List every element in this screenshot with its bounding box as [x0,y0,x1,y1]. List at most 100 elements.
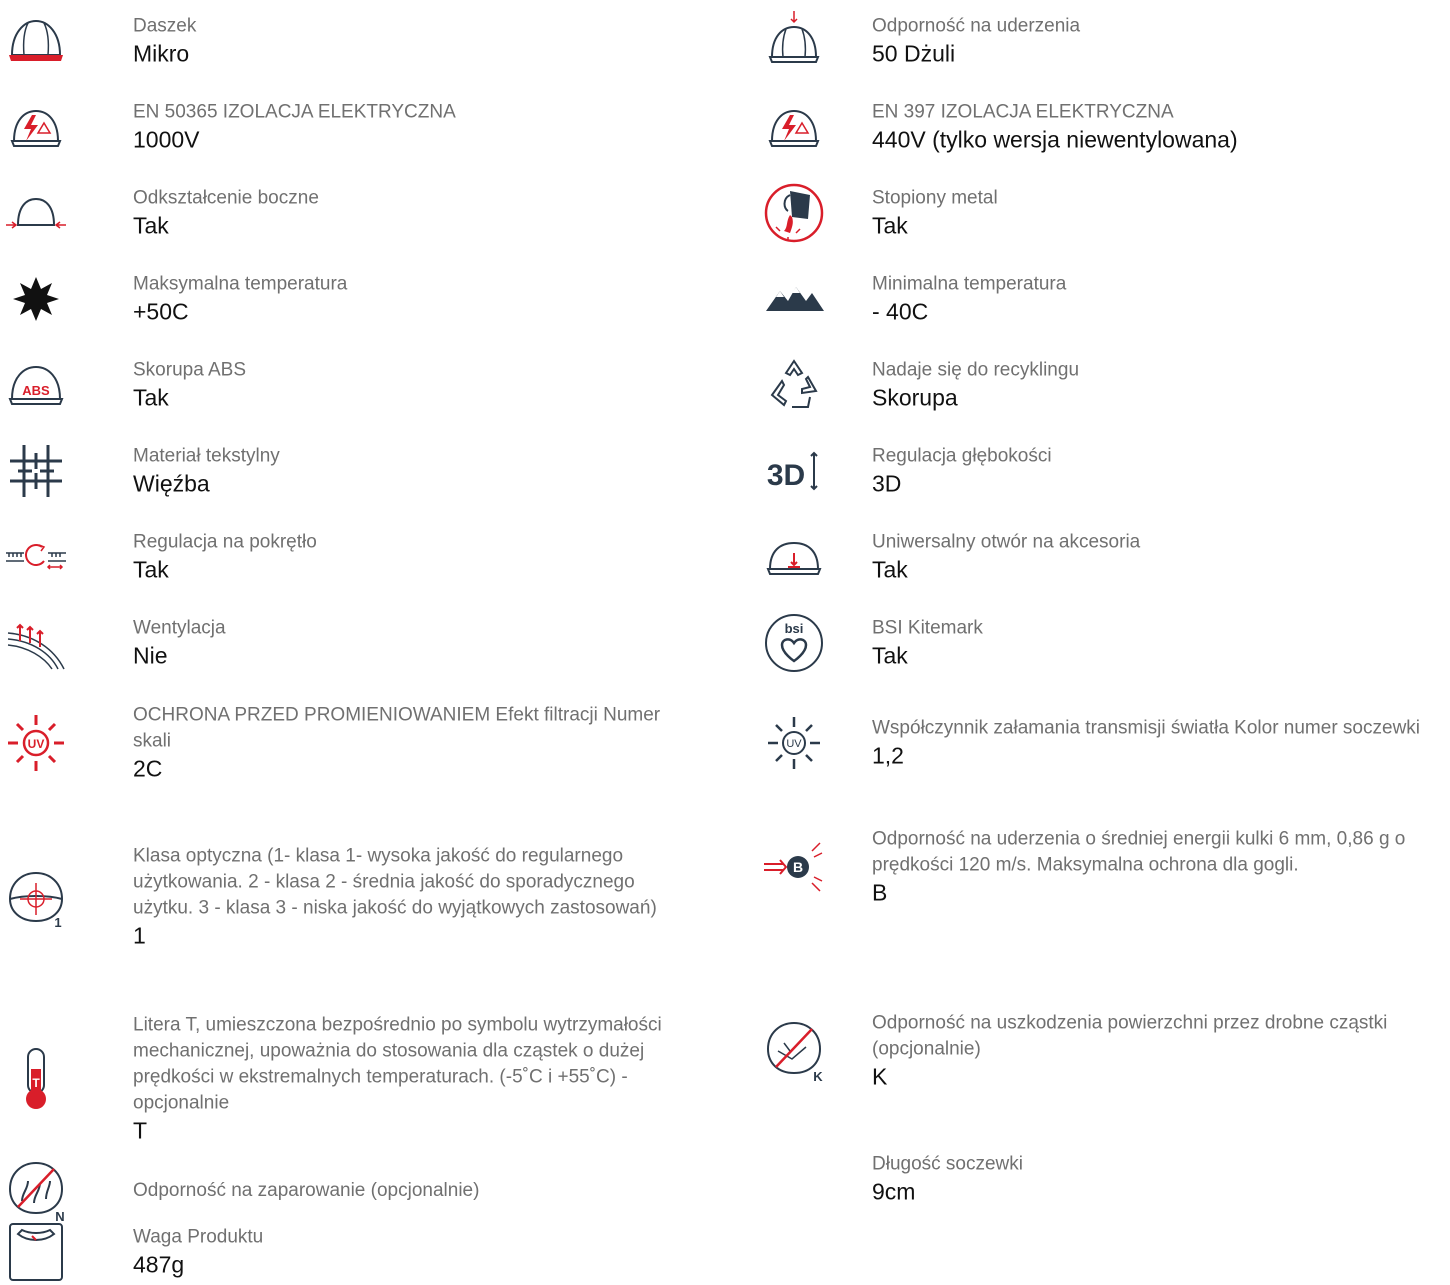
electric-insulation-icon [4,95,68,159]
spec-item-ventilation: Wentylacja Nie [0,602,720,684]
spec-item-optical-class: 1 Klasa optyczna (1- klasa 1- wysoka jak… [0,802,720,992]
spec-item-uv-protection: UV OCHRONA PRZED PROMIENIOWANIEM Efekt f… [0,688,720,798]
icon-text: 3D [767,459,805,492]
spec-item-weight: Waga Produktu 487g [0,1220,720,1284]
spec-label: Regulacja na pokrętło [133,531,317,553]
spec-value: Tak [133,556,169,583]
spec-label: Odporność na uszkodzenia powierzchni prz… [872,1012,1388,1060]
spec-item-textile: Materiał tekstylny Więźba [0,430,720,512]
max-temperature-sun-icon [4,267,68,331]
spec-label: Waga Produktu [133,1226,264,1248]
helmet-peak-icon [4,9,68,73]
spec-value: 487g [133,1251,185,1278]
spec-label: Odkształcenie boczne [133,187,319,209]
spec-value: Tak [872,212,908,239]
icon-text: K [813,1069,823,1083]
spec-value: - 40C [872,298,929,325]
ratchet-adjustment-icon [4,525,68,589]
spec-item-abs-shell: ABS Skorupa ABS Tak [0,344,720,426]
spec-label: Odporność na uderzenia o średniej energi… [872,828,1406,876]
spec-value: 1000V [133,126,200,153]
spec-value: 440V (tylko wersja niewentylowana) [872,126,1238,153]
thermometer-icon: T [4,1047,68,1111]
depth-adjustment-3d-icon: 3D [762,439,826,503]
impact-resistance-icon [762,9,826,73]
spec-value: Tak [133,384,169,411]
accessory-slot-icon [762,525,826,589]
spec-item-daszek: Daszek Mikro [0,0,720,82]
icon-text: bsi [785,621,804,636]
spec-item-lateral-deformation: Odkształcenie boczne Tak [0,172,720,254]
spec-value: Tak [872,642,908,669]
spec-value: T [133,1117,148,1144]
min-temperature-mountains-icon [762,267,826,331]
spec-value: B [872,879,888,906]
icon-text: 1 [54,915,61,929]
spec-value: +50C [133,298,189,325]
spec-label: EN 50365 IZOLACJA ELEKTRYCZNA [133,101,456,123]
spec-item-bsi-kitemark: bsi BSI Kitemark Tak [762,602,1450,684]
spec-value: Skorupa [872,384,958,411]
icon-text: UV [28,737,45,751]
spec-item-lens-length: Długość soczewki 9cm [762,1144,1450,1214]
molten-metal-icon [762,181,826,245]
recycle-icon [762,353,826,417]
spec-value: 2C [133,755,163,782]
spec-value: 1 [133,922,146,949]
spec-value: Tak [872,556,908,583]
spec-value: Mikro [133,40,190,67]
spec-item-molten-metal: Stopiony metal Tak [762,172,1450,254]
spec-label: Długość soczewki [872,1153,1023,1175]
spec-label: Maksymalna temperatura [133,273,348,295]
icon-text: B [793,859,803,875]
spec-value: 3D [872,470,902,497]
icon-text: ABS [22,383,50,398]
spec-label: Daszek [133,15,197,37]
spec-item-en397: EN 397 IZOLACJA ELEKTRYCZNA 440V (tylko w… [762,86,1450,168]
spec-label: Skorupa ABS [133,359,247,381]
spec-label: Współczynnik załamania transmisji światł… [872,717,1421,739]
spec-value: K [872,1063,888,1090]
textile-material-icon [4,439,68,503]
surface-damage-icon: K [762,1019,826,1083]
spec-value: Więźba [133,470,210,497]
spec-label: Klasa optyczna (1- klasa 1- wysoka jakoś… [133,845,657,919]
spec-label: Materiał tekstylny [133,445,280,467]
spec-value: 50 Dżuli [872,40,956,67]
spec-item-accessory-slot: Uniwersalny otwór na akcesoria Tak [762,516,1450,598]
spec-value: 9cm [872,1178,916,1205]
lateral-deformation-icon [4,181,68,245]
ventilation-icon [4,611,68,675]
spec-label: Nadaje się do recyklingu [872,359,1080,381]
spec-label: Uniwersalny otwór na akcesoria [872,531,1141,553]
spec-item-min-temperature: Minimalna temperatura - 40C [762,258,1450,340]
spec-label: Stopiony metal [872,187,998,209]
spec-label: Odporność na uderzenia [872,15,1081,37]
spec-item-en50365: EN 50365 IZOLACJA ELEKTRYCZNA 1000V [0,86,720,168]
spec-label: OCHRONA PRZED PROMIENIOWANIEM Efekt filt… [133,704,661,752]
bsi-kitemark-icon: bsi [762,611,826,675]
spec-item-letter-t: T Litera T, umieszczona bezpośrednio po … [0,996,720,1162]
spec-item-recycle: Nadaje się do recyklingu Skorupa [762,344,1450,426]
icon-text: T [32,1076,40,1090]
spec-item-ratchet: Regulacja na pokrętło Tak [0,516,720,598]
spec-label: Odporność na zaparowanie (opcjonalnie) [133,1180,480,1201]
spec-label: Wentylacja [133,617,226,639]
spec-item-impact-resistance: Odporność na uderzenia 50 Dżuli [762,0,1450,82]
spec-label: BSI Kitemark [872,617,983,639]
spec-label: EN 397 IZOLACJA ELEKTRYCZNA [872,101,1174,123]
icon-text: UV [786,738,802,750]
impact-b-icon: B [762,835,826,899]
spec-item-depth-adjustment: 3D Regulacja głębokości 3D [762,430,1450,512]
spec-label: Minimalna temperatura [872,273,1067,295]
spec-item-max-temperature: Maksymalna temperatura +50C [0,258,720,340]
spec-item-anti-fog: N Odporność na zaparowanie (opcjonalnie) [0,1161,720,1223]
spec-value: Tak [133,212,169,239]
light-transmission-icon: UV [762,711,826,775]
anti-fog-icon: N [4,1159,68,1223]
spec-item-surface-damage: K Odporność na uszkodzenia powierzchni p… [762,996,1450,1106]
spec-value: 1,2 [872,742,904,769]
spec-item-light-transmission: UV Współczynnik załamania transmisji świ… [762,688,1450,798]
spec-value: Nie [133,642,168,669]
weight-scale-icon [4,1220,68,1284]
